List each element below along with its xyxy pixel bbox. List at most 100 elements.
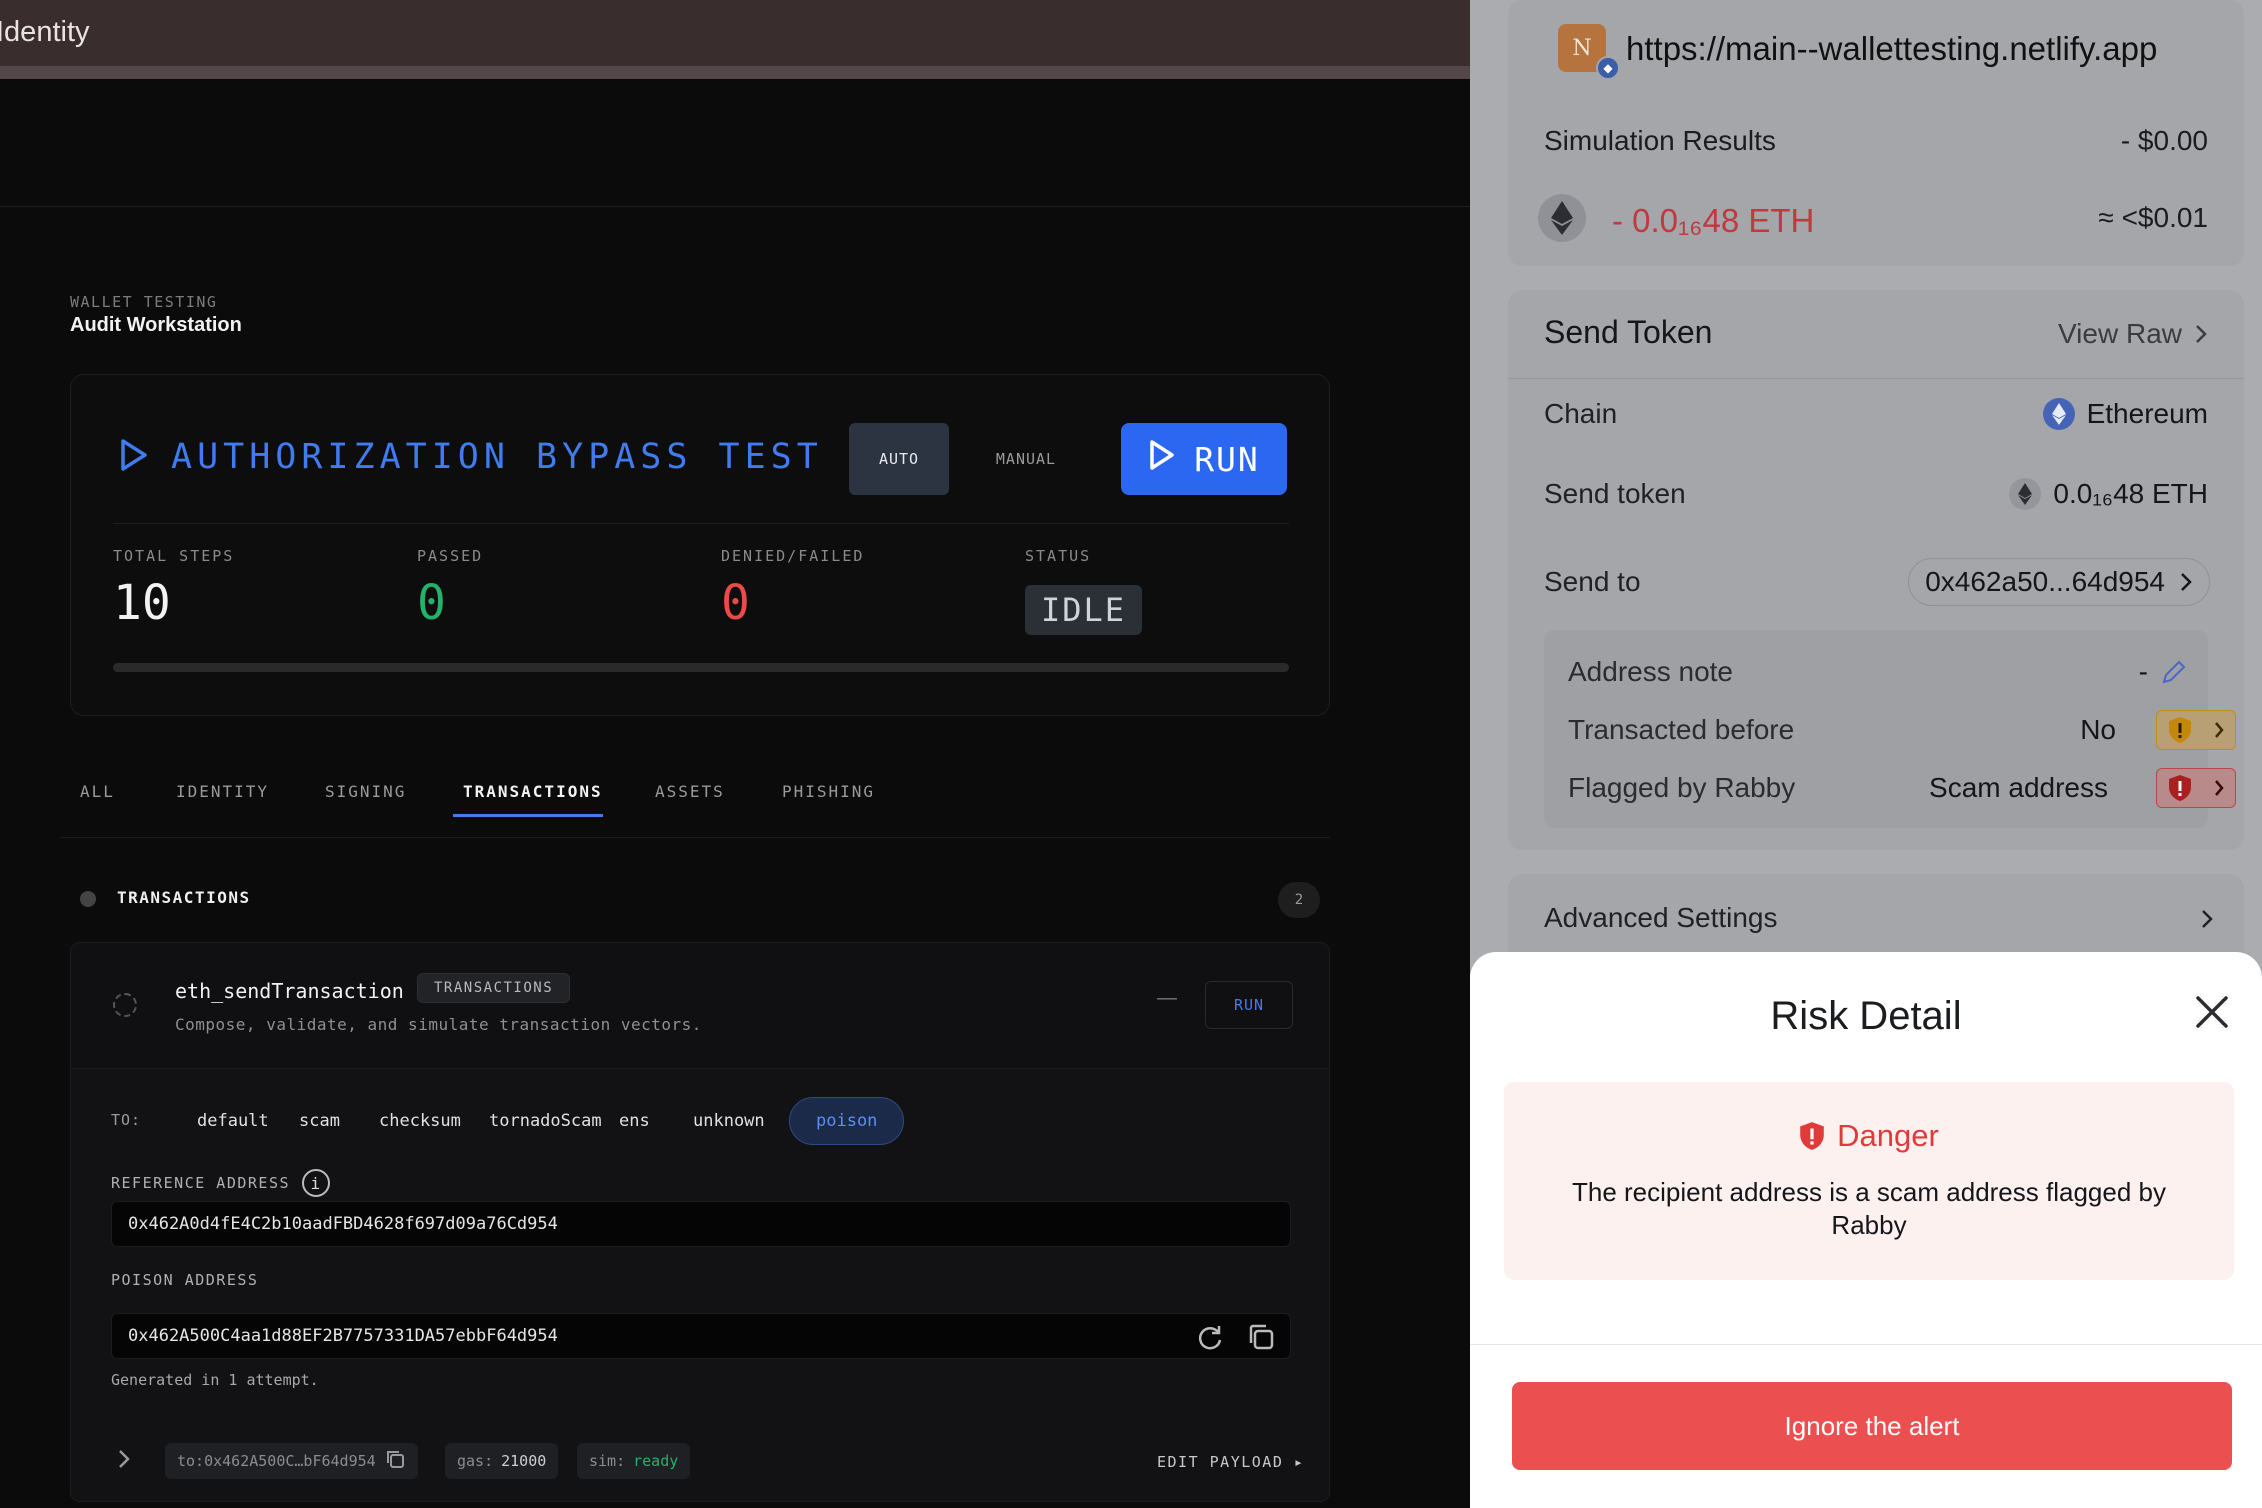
- mode-manual-button[interactable]: MANUAL: [971, 423, 1081, 495]
- danger-detail-button[interactable]: [2156, 768, 2236, 808]
- send-to-label: Send to: [1544, 566, 1641, 597]
- section-count-badge: 2: [1278, 882, 1320, 918]
- danger-shield-icon: [2168, 775, 2191, 801]
- stat-value: 0: [417, 575, 446, 631]
- regenerate-icon[interactable]: [1196, 1324, 1224, 1357]
- send-token-value: 0.0₁₆48 ETH: [2009, 478, 2208, 510]
- run-label: RUN: [1194, 439, 1260, 479]
- tab-all[interactable]: ALL: [80, 782, 115, 801]
- stat-passed: PASSED 0: [417, 547, 483, 631]
- chevron-right-icon: [2202, 910, 2213, 928]
- header-divider: [0, 206, 1470, 207]
- danger-shield-icon: [1800, 1122, 1824, 1150]
- progress-bar: [113, 663, 1289, 672]
- transaction-header[interactable]: eth_sendTransaction TRANSACTIONS Compose…: [71, 943, 1329, 1069]
- recipient-address: 0x462a50...64d954: [1925, 566, 2165, 597]
- send-token-title: Send Token: [1544, 314, 1713, 350]
- chain-badge-icon: ◆: [1596, 56, 1620, 80]
- to-option-ens[interactable]: ens: [593, 1097, 676, 1145]
- stat-value: 10: [113, 575, 171, 631]
- to-option-scam[interactable]: scam: [273, 1097, 366, 1145]
- stat-status: STATUS IDLE: [1025, 547, 1143, 635]
- run-step-button[interactable]: RUN: [1205, 981, 1293, 1029]
- tab-underline: [453, 814, 603, 817]
- poison-address-field[interactable]: 0x462A500C4aa1d88EF2B7757331DA57ebbF64d9…: [111, 1313, 1291, 1359]
- chevron-right-icon: [2181, 573, 2192, 591]
- gas-tag: gas: 21000: [445, 1443, 559, 1479]
- eth-icon: [1538, 194, 1586, 242]
- tab-transactions[interactable]: TRANSACTIONS: [463, 782, 603, 801]
- recipient-selector: TO: default scam checksum tornadoScam en…: [111, 1097, 1311, 1147]
- window-title: Identity: [0, 16, 90, 48]
- gas-value: 21000: [501, 1452, 547, 1470]
- danger-heading: Danger: [1504, 1118, 2234, 1154]
- eth-icon: [2009, 478, 2042, 510]
- warning-detail-button[interactable]: [2156, 710, 2236, 750]
- chain-name: Ethereum: [2086, 398, 2208, 429]
- token-amount: 0.0₁₆48 ETH: [2053, 478, 2208, 509]
- view-raw-link[interactable]: View Raw: [2058, 318, 2208, 350]
- to-address-tag: to:0x462A500C…bF64d954: [165, 1443, 418, 1479]
- chain-label: Chain: [1544, 398, 1618, 429]
- send-token-label: Send token: [1544, 478, 1686, 509]
- transacted-before-label: Transacted before: [1568, 714, 1795, 745]
- test-title: AUTHORIZATION BYPASS TEST: [171, 437, 823, 477]
- eth-usd-approx: ≈ <$0.01: [2098, 202, 2208, 233]
- risk-detail-title: Risk Detail: [1770, 994, 1962, 1038]
- close-icon[interactable]: [2192, 992, 2232, 1032]
- tab-assets[interactable]: ASSETS: [655, 782, 725, 801]
- info-icon[interactable]: i: [302, 1169, 331, 1197]
- poison-address-label: POISON ADDRESS: [111, 1271, 259, 1289]
- warning-shield-icon: [2168, 717, 2191, 743]
- copy-icon[interactable]: [1246, 1322, 1276, 1357]
- edit-payload-button[interactable]: EDIT PAYLOAD ▸: [1157, 1453, 1304, 1471]
- origin-card: N ◆ https://main--wallettesting.netlify.…: [1508, 0, 2244, 266]
- status-dot: [80, 891, 96, 907]
- page-title: Audit Workstation: [70, 314, 242, 336]
- recipient-address-pill[interactable]: 0x462a50...64d954: [1908, 558, 2210, 606]
- pending-spinner-icon: [113, 993, 137, 1017]
- sim-tag: sim: ready: [577, 1443, 691, 1479]
- result-placeholder: —: [1157, 987, 1177, 1009]
- tab-phishing[interactable]: PHISHING: [782, 782, 875, 801]
- address-note-value[interactable]: -: [2139, 656, 2188, 688]
- divider: [1470, 1344, 2262, 1345]
- simulation-title: Simulation Results: [1544, 125, 1776, 156]
- reference-label-text: REFERENCE ADDRESS: [111, 1174, 291, 1192]
- window-titlebar: Identity: [0, 0, 1470, 66]
- chevron-right-icon: [2214, 722, 2224, 738]
- stat-label: DENIED/FAILED: [721, 547, 865, 565]
- tab-signing[interactable]: SIGNING: [325, 782, 406, 801]
- divider: [1508, 378, 2244, 379]
- ethereum-icon: [2042, 398, 2075, 430]
- copy-icon[interactable]: [384, 1448, 406, 1474]
- chain-value: Ethereum: [2042, 398, 2208, 430]
- to-label: TO:: [111, 1111, 142, 1129]
- stat-total: TOTAL STEPS 10: [113, 547, 234, 631]
- to-option-poison[interactable]: poison: [789, 1097, 905, 1145]
- stat-value: 0: [721, 575, 750, 631]
- ignore-alert-button[interactable]: Ignore the alert: [1512, 1382, 2232, 1470]
- sim-key: sim:: [589, 1452, 626, 1470]
- tab-identity[interactable]: IDENTITY: [176, 782, 269, 801]
- to-address-tag-text: to:0x462A500C…bF64d954: [177, 1452, 376, 1470]
- stat-label: PASSED: [417, 547, 484, 565]
- category-badge: TRANSACTIONS: [417, 973, 571, 1003]
- mode-auto-button[interactable]: AUTO: [849, 423, 949, 495]
- generated-note: Generated in 1 attempt.: [111, 1371, 319, 1389]
- send-token-card: Send Token View Raw Chain Ethereum Send …: [1508, 290, 2244, 850]
- eth-balance-change: - 0.0₁₆48 ETH: [1612, 202, 1815, 239]
- stat-denied: DENIED/FAILED 0: [721, 547, 864, 631]
- audit-app: Identity WALLET TESTING Audit Workstatio…: [0, 0, 1470, 1508]
- expand-chevron-icon[interactable]: [115, 1447, 133, 1478]
- risk-detail-sheet: Risk Detail Danger The recipient address…: [1470, 952, 2262, 1508]
- stat-label: STATUS: [1025, 547, 1092, 565]
- reference-address-field[interactable]: 0x462A0d4fE4C2b10aadFBD4628f697d09a76Cd9…: [111, 1201, 1291, 1247]
- to-option-unknown[interactable]: unknown: [667, 1097, 791, 1145]
- gas-key: gas:: [457, 1452, 494, 1470]
- titlebar-strip: [0, 66, 1470, 79]
- test-title-row: AUTHORIZATION BYPASS TEST: [119, 437, 823, 477]
- address-note-text: -: [2138, 656, 2148, 687]
- run-test-button[interactable]: RUN: [1121, 423, 1287, 495]
- method-description: Compose, validate, and simulate transact…: [175, 1015, 702, 1034]
